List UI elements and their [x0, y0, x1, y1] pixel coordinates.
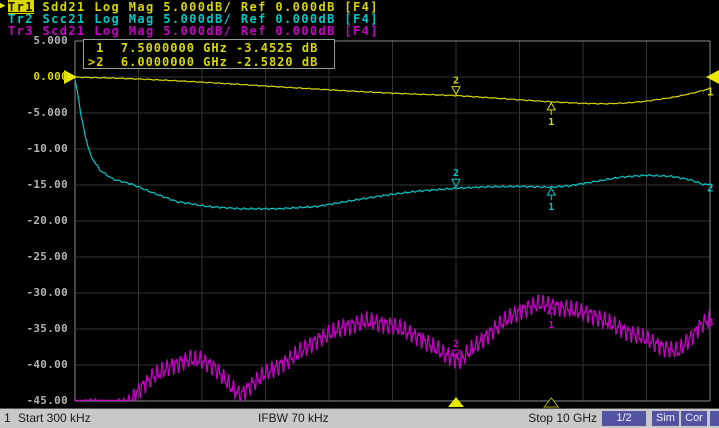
trace-number-label: 2	[707, 181, 714, 194]
ref-level-triangle-right	[706, 70, 719, 84]
y-axis-label: 0.000	[0, 71, 68, 83]
svg-text:2: 2	[453, 76, 459, 87]
sim-badge: Sim	[652, 411, 679, 426]
vna-screen: 321121212 ▶ Tr1 Sdd21 Log Mag 5.000dB/ R…	[0, 0, 719, 428]
svg-text:2: 2	[453, 168, 459, 179]
trace-number-label: 3	[707, 316, 714, 329]
marker-readout-line-1: 1 7.5000000 GHz -3.4525 dB	[88, 41, 330, 55]
y-axis-label: -30.00	[0, 287, 68, 299]
svg-text:1: 1	[548, 202, 554, 213]
y-axis-label: -5.000	[0, 107, 68, 119]
svg-text:1: 1	[548, 117, 554, 128]
marker-1-glyph[interactable]: 1	[547, 188, 555, 213]
y-axis-label: -35.00	[0, 323, 68, 335]
y-axis-label: -40.00	[0, 359, 68, 371]
y-axis-label: -45.00	[0, 395, 68, 407]
ifbw-label: IFBW 70 kHz	[258, 411, 329, 425]
marker-readout-box: 1 7.5000000 GHz -3.4525 dB >2 6.0000000 …	[83, 39, 335, 69]
marker-1-glyph[interactable]: 1	[547, 103, 555, 128]
trace-number-label: 1	[707, 86, 714, 99]
y-axis-label: 5.000	[0, 35, 68, 47]
y-axis-label: -15.00	[0, 179, 68, 191]
marker-stimulus-triangle[interactable]	[544, 398, 558, 407]
start-frequency-label: Start 300 kHz	[18, 411, 91, 425]
stop-frequency-label: Stop 10 GHz	[497, 411, 597, 425]
y-axis-label: -25.00	[0, 251, 68, 263]
channel-indicator: 1	[4, 411, 11, 425]
svg-text:2: 2	[453, 339, 459, 350]
cor-badge: Cor	[681, 411, 707, 426]
marker-readout-line-2: >2 6.0000000 GHz -2.5820 dB	[88, 55, 330, 69]
y-axis-label: -20.00	[0, 215, 68, 227]
page-indicator-badge[interactable]: 1/2	[602, 411, 646, 426]
marker-stimulus-triangle-active[interactable]	[448, 397, 464, 407]
graticule	[75, 41, 710, 401]
badge-fragment	[710, 411, 719, 426]
trace-legend-text: Scd21 Log Mag 5.000dB/ Ref 0.000dB [F4]	[34, 24, 379, 38]
y-axis-label: -10.00	[0, 143, 68, 155]
svg-text:1: 1	[548, 320, 554, 331]
status-bar: 1 Start 300 kHz IFBW 70 kHz Stop 10 GHz …	[0, 408, 719, 428]
